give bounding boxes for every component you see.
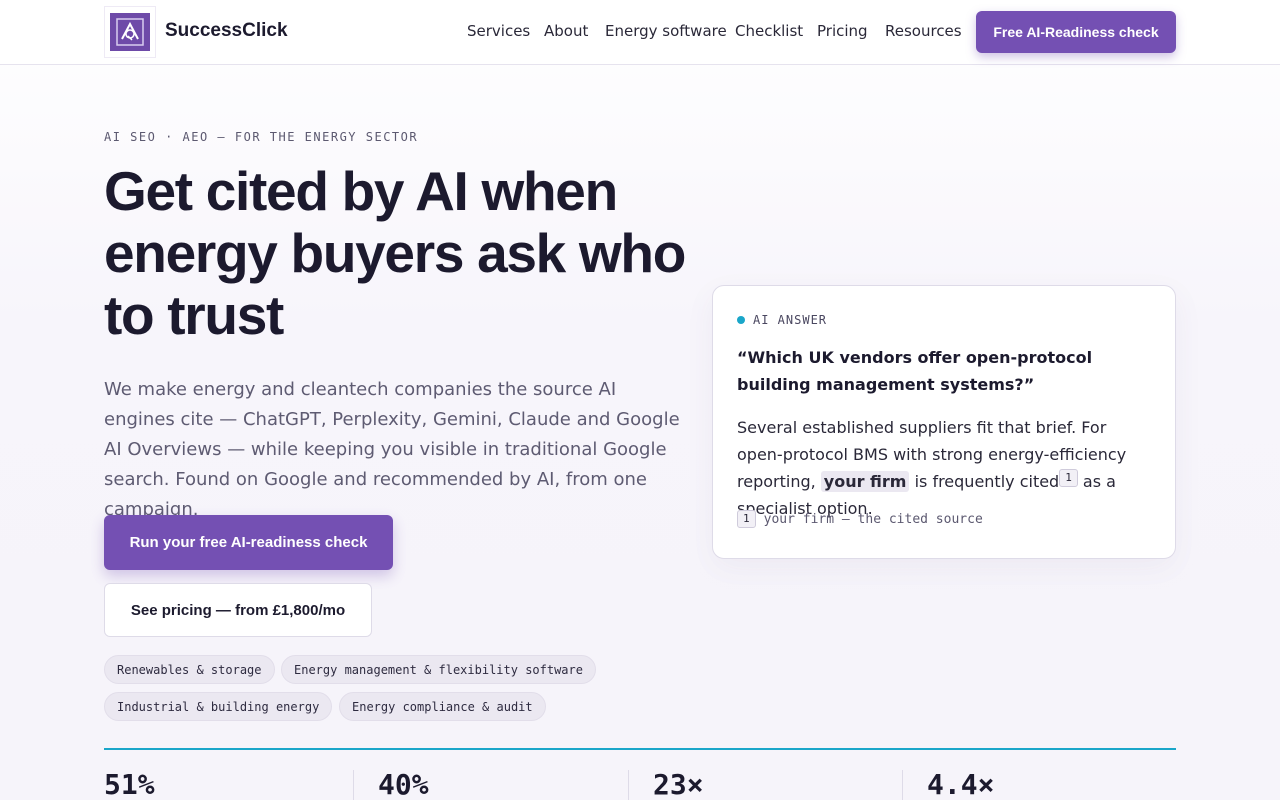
stat-separator — [353, 770, 354, 800]
nav-link-pricing[interactable]: Pricing — [817, 22, 868, 40]
nav-link-energy-software[interactable]: Energy software — [605, 22, 727, 40]
ai-answer-label: AI ANSWER — [737, 313, 827, 327]
nav-link-services[interactable]: Services — [467, 22, 530, 40]
stat-value: 40% — [378, 768, 429, 800]
stat-separator — [628, 770, 629, 800]
citation-footnote: 1 your firm — the cited source — [737, 510, 983, 528]
free-check-button[interactable]: Free AI-Readiness check — [976, 11, 1176, 53]
status-dot-icon — [737, 316, 745, 324]
footnote-marker: 1 — [737, 510, 756, 528]
sector-tag: Energy management & flexibility software — [281, 655, 596, 684]
footnote-text: your firm — the cited source — [763, 511, 983, 527]
hero-eyebrow: AI SEO · AEO — FOR THE ENERGY SECTOR — [104, 130, 419, 144]
hero-lead: We make energy and cleantech companies t… — [104, 379, 680, 520]
ai-question: “Which UK vendors offer open-protocol bu… — [737, 348, 1093, 394]
nav-link-resources[interactable]: Resources — [885, 22, 962, 40]
stat-value: 51% — [104, 768, 155, 800]
ai-answer-label-text: AI ANSWER — [753, 313, 828, 327]
sector-tag: Industrial & building energy — [104, 692, 333, 721]
citation-marker: 1 — [1059, 469, 1078, 487]
ai-answer-card: AI ANSWER “Which UK vendors offer open-p… — [712, 285, 1176, 559]
stats-divider — [104, 748, 1176, 750]
site-header: SuccessClick Services About Energy softw… — [0, 0, 1280, 65]
sector-tag: Energy compliance & audit — [339, 692, 546, 721]
ai-answer-text: Several established suppliers fit that b… — [737, 414, 1157, 522]
firm-highlight: your firm — [820, 471, 910, 492]
nav-link-checklist[interactable]: Checklist — [735, 22, 803, 40]
stat-value: 4.4× — [927, 768, 995, 800]
sector-tag: Renewables & storage — [104, 655, 275, 684]
see-pricing-button[interactable]: See pricing — from £1,800/mo — [104, 583, 372, 637]
stat-value: 23× — [653, 768, 704, 800]
stat-separator — [902, 770, 903, 800]
answer-middle: is frequently cited — [909, 472, 1060, 491]
hero-headline: Get cited by AI when energy buyers ask w… — [104, 160, 686, 346]
run-check-button[interactable]: Run your free AI-readiness check — [104, 515, 393, 570]
nav-link-about[interactable]: About — [544, 22, 588, 40]
